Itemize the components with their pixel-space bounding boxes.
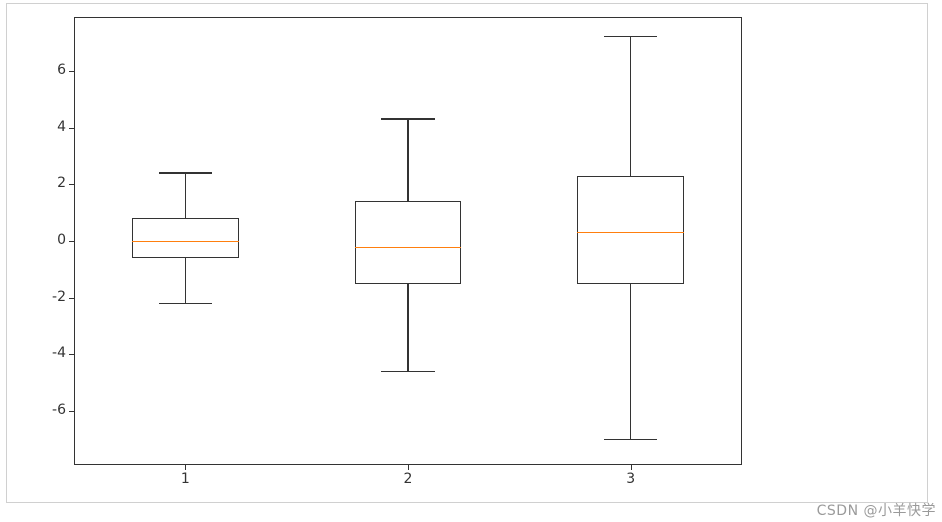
y-tick-mark <box>69 71 74 72</box>
y-tick-label: 6 <box>26 62 66 78</box>
whisker <box>630 284 631 440</box>
median-line <box>355 247 462 248</box>
whisker-cap <box>159 172 212 173</box>
median-line <box>132 241 239 242</box>
watermark-text: CSDN @小羊快学 <box>817 500 936 520</box>
x-tick-label: 3 <box>616 471 646 487</box>
box <box>132 218 239 258</box>
box <box>577 176 684 284</box>
y-tick-label: -6 <box>26 402 66 418</box>
box <box>355 201 462 283</box>
x-tick-label: 1 <box>170 471 200 487</box>
y-tick-label: -2 <box>26 289 66 305</box>
x-tick-mark <box>185 465 186 470</box>
median-line <box>577 232 684 233</box>
y-tick-mark <box>69 298 74 299</box>
whisker-cap <box>604 439 657 440</box>
whisker <box>185 173 186 218</box>
y-tick-mark <box>69 184 74 185</box>
y-tick-label: 0 <box>26 232 66 248</box>
x-tick-mark <box>631 465 632 470</box>
whisker <box>407 284 408 372</box>
y-tick-mark <box>69 354 74 355</box>
y-tick-mark <box>69 241 74 242</box>
y-tick-mark <box>69 128 74 129</box>
y-tick-label: 4 <box>26 119 66 135</box>
x-tick-mark <box>408 465 409 470</box>
y-tick-label: 2 <box>26 175 66 191</box>
y-tick-label: -4 <box>26 345 66 361</box>
whisker-cap <box>381 371 434 372</box>
x-tick-label: 2 <box>393 471 423 487</box>
whisker-cap <box>159 303 212 304</box>
whisker <box>407 119 408 201</box>
y-tick-mark <box>69 411 74 412</box>
whisker-cap <box>381 118 434 119</box>
whisker <box>630 37 631 176</box>
whisker <box>185 258 186 303</box>
whisker-cap <box>604 36 657 37</box>
